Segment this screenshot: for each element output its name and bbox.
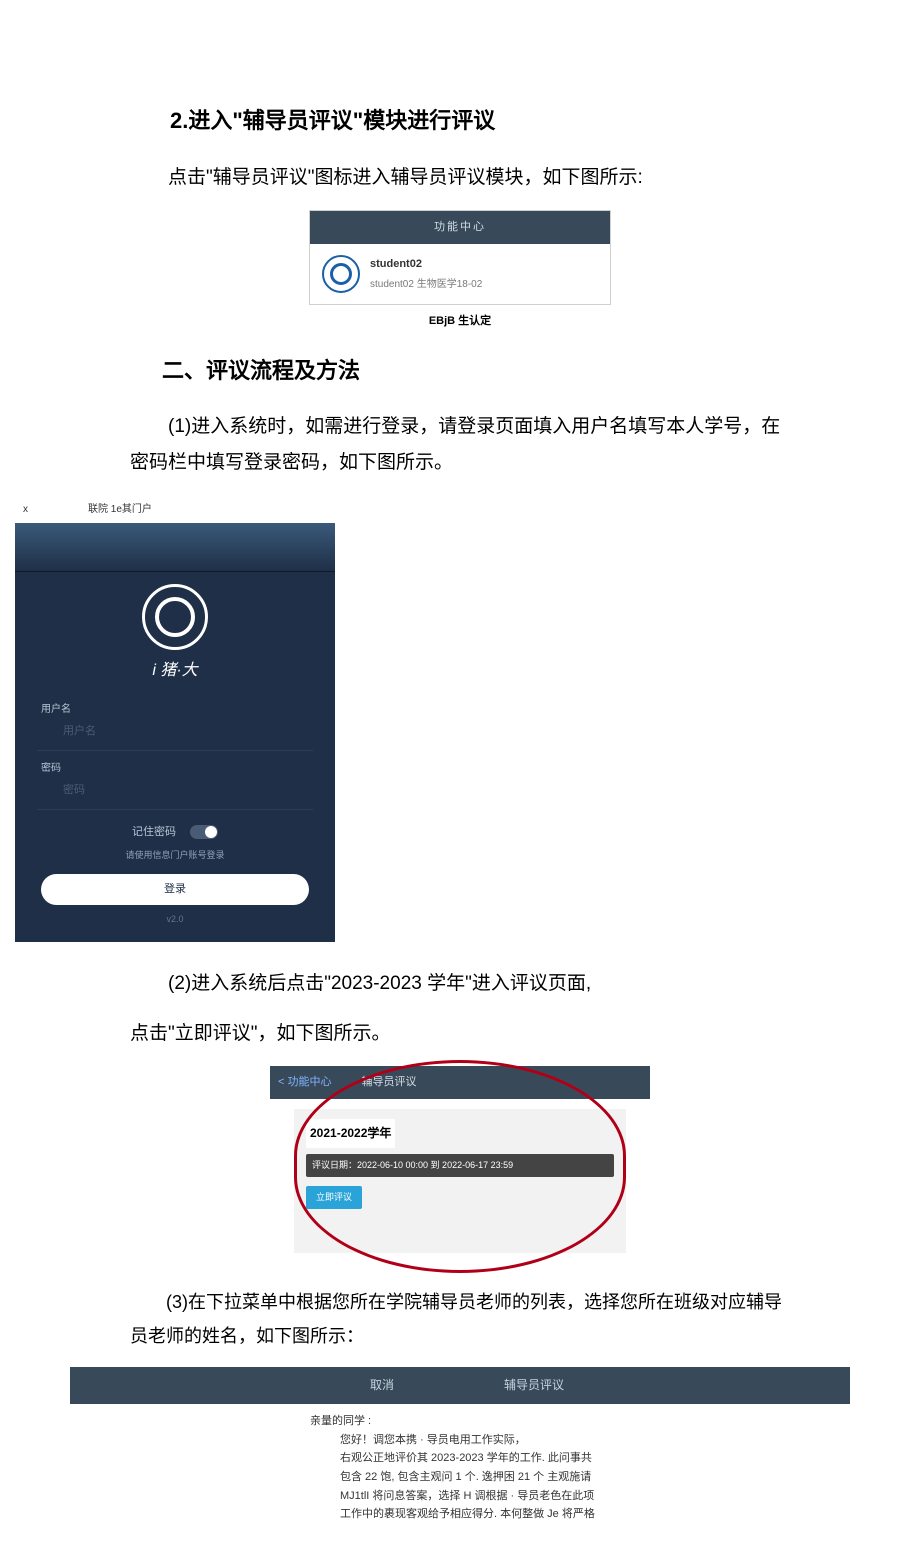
document-page: 2.进入"辅导员评议"模块进行评议 点击"辅导员评议"图标进入辅导员评议模块，如… bbox=[0, 0, 920, 1564]
eval-card: 2021-2022学年 评议日期：2022-06-10 00:00 到 2022… bbox=[294, 1109, 626, 1253]
eval-form-title: 辅导员评议 bbox=[504, 1374, 564, 1397]
notice-line: 右观公正地评价其 2023-2023 学年的工作. 此问事共 bbox=[340, 1449, 850, 1468]
figure-4: 取消 辅导员评议 亲量的同学 : 您好！调您本携 · 导员电用工作实际， 右观公… bbox=[70, 1367, 850, 1524]
login-brand: i 猪·大 bbox=[15, 656, 335, 686]
screenshot-login: x 联院 1e其门户 i 猪·大 用户名 用户名 密码 密码 记住密码 请使用信… bbox=[15, 496, 335, 942]
password-label: 密码 bbox=[15, 759, 335, 778]
section-2-paragraph: 点击"辅导员评议"图标进入辅导员评议模块，如下图所示: bbox=[130, 160, 790, 196]
user-info: student02 student02 生物医学18-02 bbox=[370, 254, 482, 294]
username-label: student02 bbox=[370, 254, 482, 275]
user-row: student02 student02 生物医学18-02 bbox=[310, 244, 610, 304]
eval-form-header: 取消 辅导员评议 bbox=[70, 1367, 850, 1404]
password-input[interactable]: 密码 bbox=[37, 778, 313, 810]
version-label: v2.0 bbox=[15, 911, 335, 928]
figure-1-caption: EBjB 生认定 bbox=[130, 311, 790, 332]
screenshot-eval-list: < 功能中心 辅导员评议 2021-2022学年 评议日期：2022-06-10… bbox=[270, 1066, 650, 1271]
section-3-heading: 二、评议流程及方法 bbox=[162, 350, 790, 392]
login-button[interactable]: 登录 bbox=[41, 874, 309, 905]
cancel-button[interactable]: 取消 bbox=[370, 1374, 394, 1397]
step-3-paragraph: (3)在下拉菜单中根据您所在学院辅导员老师的列表，选择您所在班级对应辅导员老师的… bbox=[130, 1285, 790, 1353]
close-icon[interactable]: x bbox=[23, 500, 28, 519]
browser-tab-bar: x 联院 1e其门户 bbox=[15, 496, 335, 523]
eval-notice: 亲量的同学 : 您好！调您本携 · 导员电用工作实际， 右观公正地评价其 202… bbox=[70, 1404, 850, 1524]
eval-date-range: 评议日期：2022-06-10 00:00 到 2022-06-17 23:59 bbox=[306, 1154, 614, 1177]
university-logo-icon bbox=[322, 255, 360, 293]
username-input[interactable]: 用户名 bbox=[37, 719, 313, 751]
username-label: 用户名 bbox=[15, 700, 335, 719]
notice-line: 工作中的裹现客观给予相应得分. 本何整做 Je 将严格 bbox=[340, 1505, 850, 1524]
step-1-paragraph: (1)进入系统时，如需进行登录，请登录页面填入用户名填写本人学号，在密码栏中填写… bbox=[130, 409, 790, 481]
user-subtitle: student02 生物医学18-02 bbox=[370, 275, 482, 294]
login-banner bbox=[15, 523, 335, 572]
app-header: 功能中心 bbox=[310, 211, 610, 244]
eval-now-button[interactable]: 立即评议 bbox=[306, 1186, 362, 1209]
eval-title: 辅导员评议 bbox=[361, 1072, 416, 1093]
figure-3: < 功能中心 辅导员评议 2021-2022学年 评议日期：2022-06-10… bbox=[130, 1066, 790, 1271]
remember-toggle[interactable] bbox=[190, 825, 218, 839]
academic-year: 2021-2022学年 bbox=[306, 1119, 395, 1148]
remember-label: 记住密码 bbox=[132, 822, 176, 843]
eval-header: < 功能中心 辅导员评议 bbox=[270, 1066, 650, 1099]
remember-row: 记住密码 bbox=[15, 822, 335, 843]
step-2-paragraph-a: (2)进入系统后点击"2023-2023 学年"进入评议页面, bbox=[130, 966, 790, 1002]
login-hint: 请使用信息门户账号登录 bbox=[15, 847, 335, 864]
figure-2: x 联院 1e其门户 i 猪·大 用户名 用户名 密码 密码 记住密码 请使用信… bbox=[15, 496, 790, 942]
section-2-heading: 2.进入"辅导员评议"模块进行评议 bbox=[170, 100, 790, 142]
notice-line: 包含 22 饱, 包含主观问 1 个. 逸押困 21 个 主观施请 bbox=[340, 1468, 850, 1487]
screenshot-function-center: 功能中心 student02 student02 生物医学18-02 bbox=[309, 210, 611, 305]
university-logo-icon bbox=[142, 584, 208, 650]
notice-line: MJ1tlI 将问息答案，选择 H 调根据 · 导员老色在此项 bbox=[340, 1487, 850, 1506]
figure-1: 功能中心 student02 student02 生物医学18-02 bbox=[130, 210, 790, 305]
step-2-paragraph-b: 点击"立即评议"，如下图所示。 bbox=[130, 1016, 790, 1052]
tab-title: 联院 1e其门户 bbox=[88, 500, 152, 519]
notice-line: 亲量的同学 : bbox=[310, 1412, 850, 1431]
back-button[interactable]: < 功能中心 bbox=[278, 1072, 331, 1093]
notice-line: 您好！调您本携 · 导员电用工作实际， bbox=[340, 1431, 850, 1450]
